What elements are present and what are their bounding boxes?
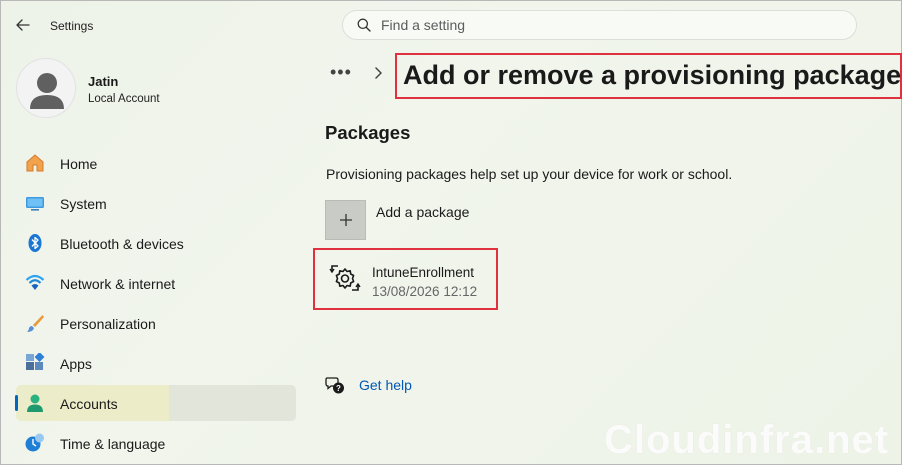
home-icon bbox=[26, 154, 44, 172]
search-input[interactable] bbox=[381, 17, 821, 33]
sidebar-item-label: Time & language bbox=[60, 436, 166, 452]
avatar[interactable] bbox=[16, 58, 76, 118]
sidebar-item-home[interactable]: Home bbox=[16, 145, 296, 181]
system-icon bbox=[26, 197, 44, 211]
search-box[interactable] bbox=[342, 10, 857, 40]
add-package-button[interactable] bbox=[325, 200, 366, 240]
chevron-right-icon bbox=[375, 67, 382, 79]
back-arrow-icon bbox=[16, 19, 30, 31]
sidebar-item-label: System bbox=[60, 196, 107, 212]
user-name: Jatin bbox=[88, 74, 119, 89]
plus-icon bbox=[339, 214, 352, 226]
sidebar-item-time-language[interactable]: Time & language bbox=[16, 425, 296, 461]
sidebar-item-network[interactable]: Network & internet bbox=[16, 265, 296, 301]
help-icon[interactable]: ? bbox=[325, 375, 345, 395]
app-title: Settings bbox=[50, 19, 94, 33]
sidebar-item-label: Accounts bbox=[60, 396, 118, 412]
section-title: Packages bbox=[325, 122, 411, 143]
accounts-icon bbox=[27, 394, 43, 412]
sidebar-item-system[interactable]: System bbox=[16, 185, 296, 221]
user-avatar-icon bbox=[30, 73, 64, 109]
provisioning-package-icon bbox=[329, 265, 361, 291]
network-icon bbox=[25, 274, 45, 290]
sidebar-item-accounts[interactable]: Accounts bbox=[15, 385, 296, 421]
package-date: 13/08/2026 12:12 bbox=[372, 284, 478, 299]
add-package-label[interactable]: Add a package bbox=[376, 204, 469, 220]
sidebar-item-label: Bluetooth & devices bbox=[60, 236, 184, 252]
sidebar-item-label: Home bbox=[60, 156, 98, 172]
search-icon bbox=[357, 18, 371, 32]
apps-icon bbox=[26, 353, 45, 370]
sidebar-item-label: Personalization bbox=[60, 316, 156, 332]
sidebar-item-label: Network & internet bbox=[60, 276, 176, 292]
page-title: Add or remove a provisioning package bbox=[403, 60, 902, 90]
account-type: Local Account bbox=[88, 93, 160, 105]
sidebar-item-personalization[interactable]: Personalization bbox=[16, 305, 296, 341]
package-item[interactable]: IntuneEnrollment 13/08/2026 12:12 bbox=[313, 248, 498, 310]
section-description: Provisioning packages help set up your d… bbox=[326, 166, 733, 182]
back-button[interactable] bbox=[12, 14, 34, 36]
watermark: Cloudinfra.net bbox=[604, 418, 890, 462]
sidebar-item-label: Apps bbox=[60, 356, 92, 372]
selection-indicator bbox=[15, 395, 18, 411]
sidebar-item-bluetooth[interactable]: Bluetooth & devices bbox=[16, 225, 296, 261]
get-help-link[interactable]: Get help bbox=[359, 377, 412, 393]
personalization-icon bbox=[27, 315, 44, 332]
time-language-icon bbox=[25, 433, 44, 452]
page-title-highlight: Add or remove a provisioning package bbox=[395, 53, 902, 99]
bluetooth-icon bbox=[28, 234, 42, 252]
breadcrumb-more-button[interactable]: ••• bbox=[330, 62, 352, 83]
svg-text:?: ? bbox=[336, 384, 341, 393]
sidebar-item-apps[interactable]: Apps bbox=[16, 345, 296, 381]
package-name: IntuneEnrollment bbox=[372, 265, 475, 280]
